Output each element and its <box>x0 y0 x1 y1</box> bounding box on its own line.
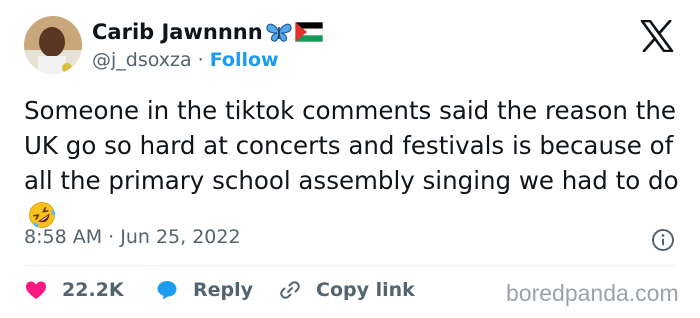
copy-link-label: Copy link <box>316 279 415 301</box>
like-button[interactable]: 22.2K <box>24 275 124 305</box>
like-count: 22.2K <box>62 279 124 301</box>
watermark: boredpanda.com <box>506 280 679 306</box>
copy-link-button[interactable]: Copy link <box>278 275 415 305</box>
follow-button[interactable]: Follow <box>210 49 279 71</box>
info-icon[interactable] <box>651 228 675 252</box>
tweet-text-content: Someone in the tiktok comments said the … <box>24 96 684 195</box>
butterfly-emoji-icon <box>266 23 292 42</box>
author-name-row[interactable]: Carib Jawnnnn <box>92 17 323 47</box>
avatar[interactable] <box>24 16 82 74</box>
reply-button[interactable]: Reply <box>155 275 253 305</box>
author-handle[interactable]: @j_dsoxza <box>92 49 192 71</box>
author-display-name[interactable]: Carib Jawnnnn <box>92 20 263 44</box>
reply-bubble-icon <box>157 281 177 300</box>
avatar-image <box>24 16 82 74</box>
reply-label: Reply <box>193 279 254 301</box>
separator-dot: · <box>197 49 204 71</box>
x-logo-icon[interactable] <box>640 20 674 52</box>
rolling-laughing-emoji-icon <box>29 202 56 228</box>
link-icon <box>280 281 300 299</box>
author-handle-row: @j_dsoxza · Follow <box>92 47 279 73</box>
palestine-flag-icon <box>294 22 323 42</box>
tweet-timestamp[interactable]: 8:58 AM · Jun 25, 2022 <box>24 226 241 248</box>
heart-icon <box>26 281 46 299</box>
tweet-text: Someone in the tiktok comments said the … <box>24 93 679 233</box>
divider <box>24 265 676 266</box>
